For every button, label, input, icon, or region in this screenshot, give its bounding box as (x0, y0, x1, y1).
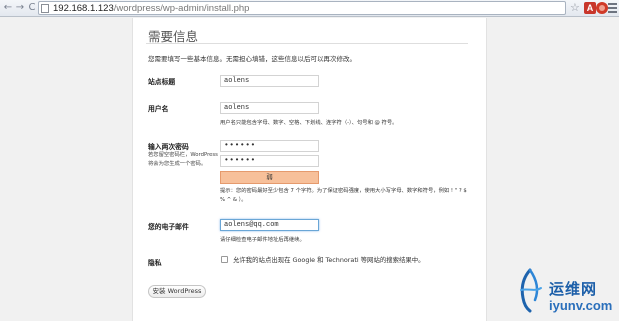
install-panel (132, 18, 487, 321)
install-wordpress-button[interactable]: 安装 WordPress (148, 285, 206, 298)
password-label: 输入两次密码 (148, 143, 189, 151)
extension-record-icon[interactable] (596, 2, 608, 14)
forward-arrow-icon[interactable]: → (14, 2, 26, 14)
title-divider (146, 43, 468, 44)
username-input[interactable]: aolens (220, 102, 319, 114)
back-arrow-icon[interactable]: ← (2, 2, 14, 14)
password-input-2[interactable]: •••••• (220, 155, 319, 167)
page-icon (41, 4, 49, 13)
watermark-text: 运维网 (549, 280, 598, 298)
browser-menu-icon[interactable] (608, 3, 617, 13)
privacy-checkbox[interactable] (221, 256, 228, 263)
username-label: 用户名 (148, 105, 169, 113)
privacy-checkbox-label[interactable]: 允许我的站点出现在 Google 和 Technorati 等网站的搜索结果中。 (233, 255, 425, 264)
address-url[interactable]: 192.168.1.123/wordpress/wp-admin/install… (53, 2, 249, 15)
privacy-label: 隐私 (148, 259, 162, 267)
email-description: 请仔细检查电子邮件地址后再继续。 (220, 237, 305, 243)
extension-a-icon[interactable]: A (584, 2, 596, 14)
iyunv-logo-icon (520, 268, 542, 313)
password-strength-indicator: 弱 (220, 171, 319, 184)
username-description: 用户名只能包含字母、数字、空格、下划线、连字符（-）、句号和 @ 符号。 (220, 120, 398, 126)
reload-icon[interactable]: C (26, 2, 38, 14)
email-label: 您的电子邮件 (148, 223, 189, 231)
password-tip: 提示：您的密码最好至少包含 7 个字符。为了保证密码强度，使用大小写字母、数字和… (220, 188, 467, 203)
password-hint: 若您留空密码栏，WordPress 将会为您生成一个密码。 (148, 152, 218, 167)
url-host: 192.168.1.123 (53, 3, 114, 14)
address-bar[interactable]: 192.168.1.123/wordpress/wp-admin/install… (38, 1, 566, 15)
site-title-label: 站点标题 (148, 78, 176, 86)
browser-toolbar: ← → C 192.168.1.123/wordpress/wp-admin/i… (0, 0, 619, 17)
watermark-url: iyunv.com (549, 298, 613, 313)
bookmark-star-icon[interactable]: ☆ (570, 1, 580, 14)
password-input-1[interactable]: •••••• (220, 140, 319, 152)
email-input[interactable]: aolens@qq.com (220, 219, 319, 231)
url-path: /wordpress/wp-admin/install.php (113, 3, 250, 14)
site-title-input[interactable]: aolens (220, 75, 319, 87)
intro-text: 您需要填写一些基本信息。无需担心填错，这些信息以后可以再次修改。 (148, 55, 356, 63)
